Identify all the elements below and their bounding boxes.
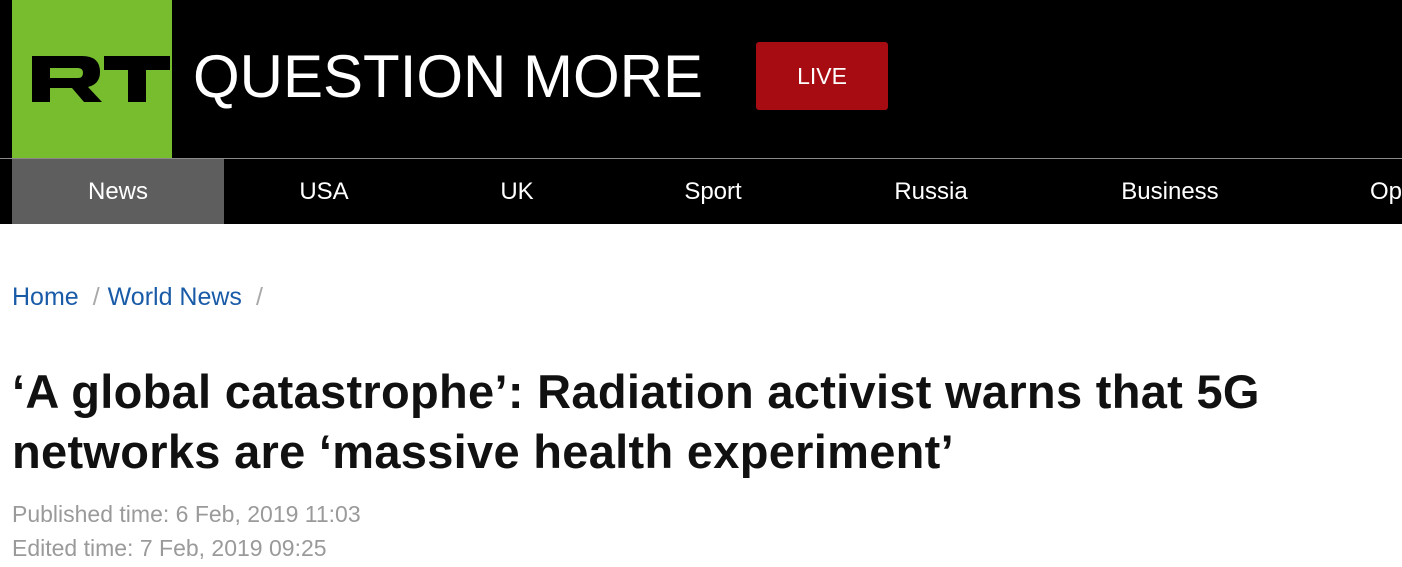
nav-item-op[interactable]: Op [1370, 159, 1402, 224]
breadcrumb-separator: / [92, 283, 100, 311]
breadcrumb: Home / World News / [12, 281, 271, 313]
nav-item-news[interactable]: News [12, 159, 224, 224]
nav-item-business[interactable]: Business [1070, 159, 1270, 224]
nav-item-uk[interactable]: UK [417, 159, 617, 224]
edited-time: Edited time: 7 Feb, 2019 09:25 [12, 535, 327, 561]
nav-item-russia[interactable]: Russia [831, 159, 1031, 224]
site-tagline: QUESTION MORE [193, 43, 704, 110]
rt-logo[interactable]: RT [12, 0, 172, 158]
breadcrumb-separator: / [255, 283, 263, 311]
published-time: Published time: 6 Feb, 2019 11:03 [12, 501, 361, 527]
main-nav: News USA UK Sport Russia Business Op [0, 159, 1402, 224]
breadcrumb-world-news[interactable]: World News [108, 283, 242, 311]
nav-item-sport[interactable]: Sport [613, 159, 813, 224]
rt-logo-mark [32, 56, 170, 102]
site-header: RT QUESTION MORE LIVE [0, 0, 1402, 158]
live-button[interactable]: LIVE [756, 42, 888, 110]
breadcrumb-home[interactable]: Home [12, 283, 79, 311]
article-headline: ‘A global catastrophe’: Radiation activi… [12, 365, 1260, 478]
nav-item-usa[interactable]: USA [224, 159, 424, 224]
